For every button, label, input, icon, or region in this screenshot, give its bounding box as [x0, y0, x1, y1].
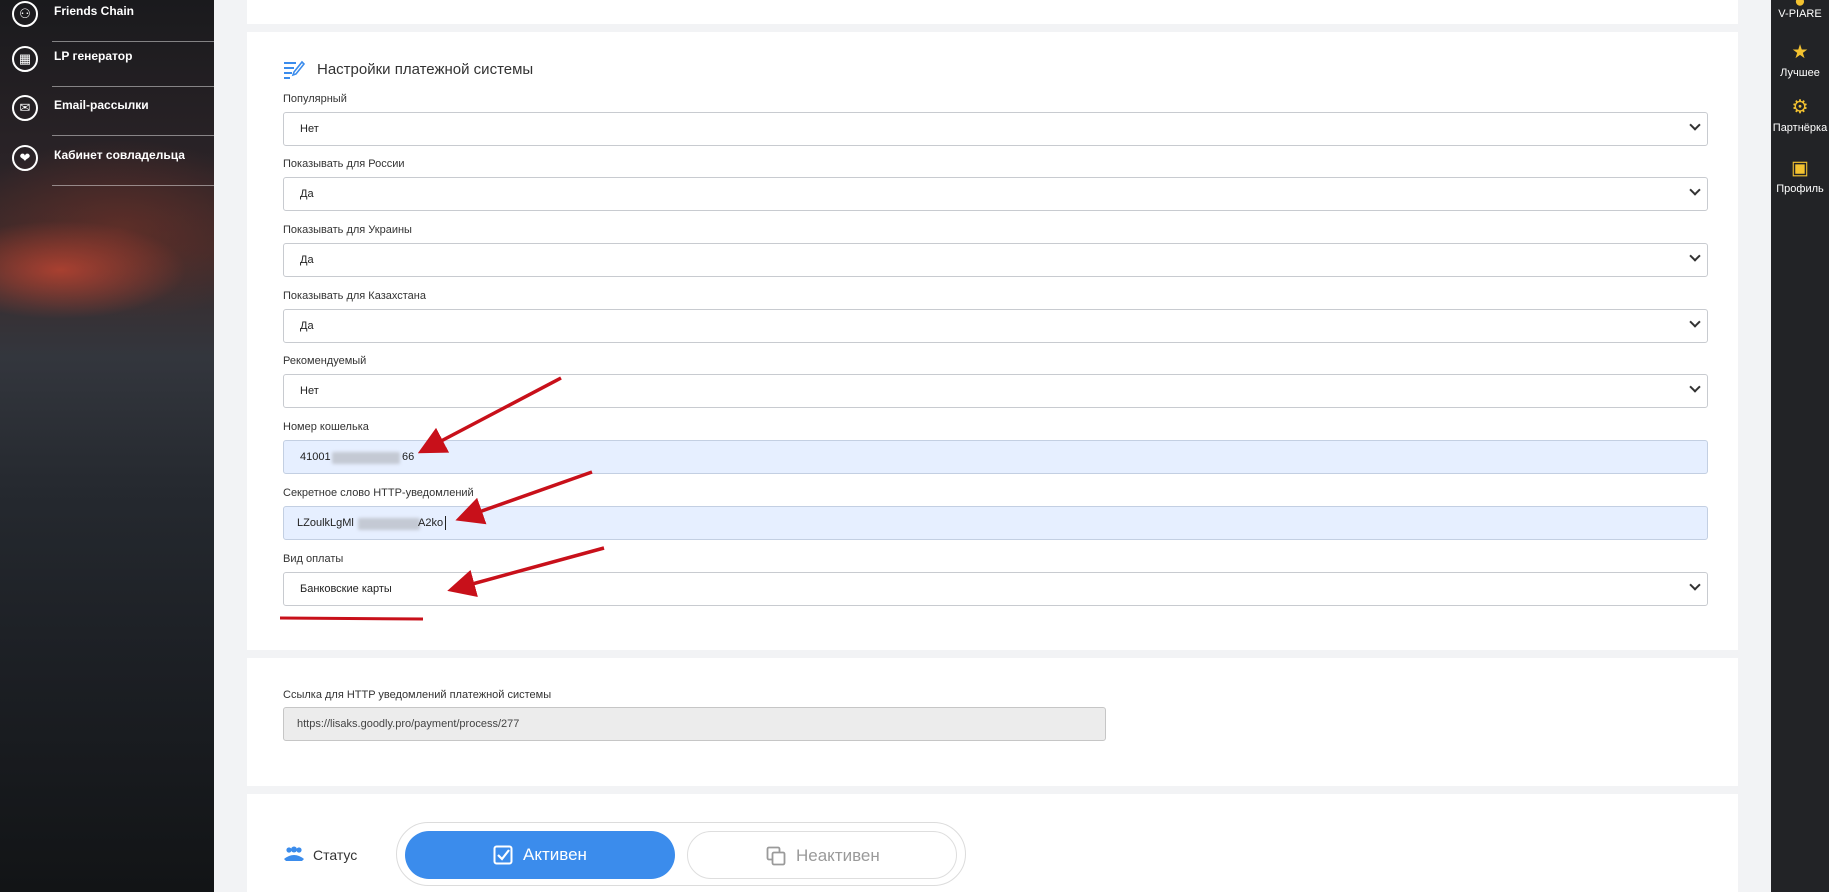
rightbar-item-label: Партнёрка	[1772, 122, 1828, 134]
notification-link-card: Ссылка для HTTP уведомлений платежной си…	[247, 658, 1738, 786]
rightbar-item-label: Лучшее	[1780, 67, 1820, 79]
redacted-blur	[358, 518, 420, 530]
right-toolbar: ● V-PIARE ★ Лучшее ⚙ Партнёрка ▣ Профиль	[1771, 0, 1829, 892]
secret-label: Секретное слово HTTP-уведомлений	[283, 487, 474, 499]
payment-type-value: Банковские карты	[300, 583, 392, 595]
recommended-select[interactable]: Нет	[283, 374, 1708, 408]
settings-title-text: Настройки платежной системы	[317, 61, 534, 78]
sidebar: ⚇ Friends Chain ▦ LP генератор ✉ Email-р…	[0, 0, 214, 892]
mail-icon: ✉	[12, 95, 38, 121]
sidebar-item-friends-chain[interactable]: ⚇ Friends Chain	[0, 0, 214, 42]
payment-type-label: Вид оплаты	[283, 553, 344, 565]
payment-type-select[interactable]: Банковские карты	[283, 572, 1708, 606]
ukraine-label: Показывать для Украины	[283, 224, 412, 236]
russia-label: Показывать для России	[283, 158, 405, 170]
secret-input[interactable]: LZoulkLgMl A2ko	[283, 506, 1708, 540]
ukraine-value: Да	[300, 254, 314, 266]
chevron-down-icon	[1689, 316, 1701, 328]
chevron-down-icon	[1689, 119, 1701, 131]
edit-list-icon	[284, 60, 305, 79]
ukraine-select[interactable]: Да	[283, 243, 1708, 277]
checkbox-checked-icon	[493, 845, 513, 865]
rightbar-item-label: Профиль	[1776, 183, 1824, 195]
rightbar-item-v-piare[interactable]: ● V-PIARE	[1771, 0, 1829, 20]
popular-select[interactable]: Нет	[283, 112, 1708, 146]
sidebar-item-lp-generator[interactable]: ▦ LP генератор	[0, 37, 214, 87]
sidebar-item-label: Friends Chain	[54, 4, 135, 18]
secret-value-start: LZoulkLgMl	[297, 517, 354, 529]
wallet-input[interactable]: 41001 66	[283, 440, 1708, 474]
chevron-down-icon	[1689, 250, 1701, 262]
lp-generator-icon: ▦	[12, 46, 38, 72]
payment-settings-card: Настройки платежной системы Популярный Н…	[247, 32, 1738, 650]
handshake-icon: ❤	[12, 145, 38, 171]
sidebar-divider	[52, 185, 214, 186]
rightbar-item-profile[interactable]: ▣ Профиль	[1771, 157, 1829, 195]
status-card: Статус Активен Неактивен	[247, 794, 1738, 892]
active-button[interactable]: Активен	[405, 831, 675, 879]
sidebar-item-label: Кабинет совладельца	[54, 148, 185, 162]
users-icon	[284, 846, 304, 861]
status-label-text: Статус	[313, 847, 358, 863]
sidebar-item-label: Email-рассылки	[54, 98, 149, 112]
partner-icon: ⚙	[1791, 97, 1809, 118]
text-cursor	[445, 516, 446, 530]
link-label: Ссылка для HTTP уведомлений платежной си…	[283, 689, 552, 701]
top-card	[247, 0, 1738, 24]
inactive-button[interactable]: Неактивен	[687, 831, 957, 879]
wallet-value-end: 66	[402, 451, 415, 463]
redacted-blur	[332, 452, 400, 464]
wallet-value-start: 41001	[300, 451, 331, 463]
sidebar-item-coowner[interactable]: ❤ Кабинет совладельца	[0, 136, 214, 186]
copy-icon	[766, 846, 786, 866]
wallet-label: Номер кошелька	[283, 421, 369, 433]
popular-value: Нет	[300, 123, 319, 135]
link-value: https://lisaks.goodly.pro/payment/proces…	[297, 718, 520, 730]
friends-icon: ⚇	[12, 1, 38, 27]
sidebar-item-label: LP генератор	[54, 49, 133, 63]
chevron-down-icon	[1689, 381, 1701, 393]
popular-label: Популярный	[283, 93, 347, 105]
best-icon: ★	[1791, 42, 1809, 63]
v-piare-icon: ●	[1788, 0, 1812, 6]
kazakhstan-value: Да	[300, 320, 314, 332]
profile-icon: ▣	[1791, 158, 1809, 179]
sidebar-item-email[interactable]: ✉ Email-рассылки	[0, 86, 214, 136]
kazakhstan-label: Показывать для Казахстана	[283, 290, 426, 302]
kazakhstan-select[interactable]: Да	[283, 309, 1708, 343]
russia-value: Да	[300, 188, 314, 200]
chevron-down-icon	[1689, 579, 1701, 591]
chevron-down-icon	[1689, 184, 1701, 196]
recommended-value: Нет	[300, 385, 319, 397]
rightbar-item-label: V-PIARE	[1778, 8, 1822, 20]
inactive-label: Неактивен	[796, 846, 880, 865]
active-label: Активен	[523, 845, 587, 864]
link-input[interactable]: https://lisaks.goodly.pro/payment/proces…	[283, 707, 1106, 741]
recommended-label: Рекомендуемый	[283, 355, 367, 367]
rightbar-item-best[interactable]: ★ Лучшее	[1771, 41, 1829, 79]
secret-value-end: A2ko	[418, 517, 444, 529]
status-toggle: Активен Неактивен	[396, 822, 966, 886]
russia-select[interactable]: Да	[283, 177, 1708, 211]
rightbar-item-partner[interactable]: ⚙ Партнёрка	[1771, 96, 1829, 134]
